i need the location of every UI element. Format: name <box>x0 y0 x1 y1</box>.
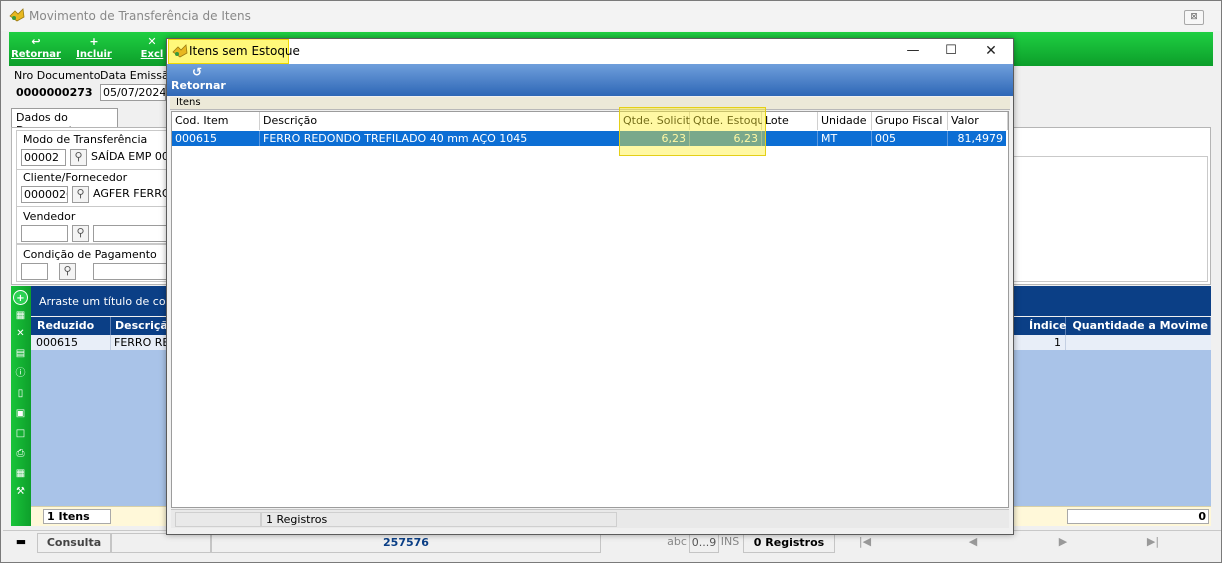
vendedor-group: Vendedor ⚲ <box>16 206 176 244</box>
modo-desc: SAÍDA EMP 002 <box>91 150 176 163</box>
list-icon[interactable]: ▤ <box>13 346 28 361</box>
tab-dados-documento[interactable]: Dados do Documento <box>11 108 118 137</box>
col-grupo-fiscal[interactable]: Grupo Fiscal <box>872 112 948 130</box>
nro-documento-value: 0000000273 <box>16 86 93 99</box>
cell-unidade: MT <box>818 131 872 146</box>
col-descricao[interactable]: Descrição <box>260 112 620 130</box>
maximize-icon[interactable]: ☐ <box>941 42 961 60</box>
modo-code-field[interactable]: 00002 <box>21 149 66 166</box>
col-valor[interactable]: Valor <box>948 112 1008 130</box>
retornar-button[interactable]: ↩ Retornar <box>11 32 61 66</box>
search-icon[interactable]: ⚲ <box>72 225 89 242</box>
plus-icon: + <box>89 35 99 48</box>
cliente-fornecedor-group: Cliente/Fornecedor 0000026 ⚲ AGFER FERRO <box>16 169 176 207</box>
col-quantidade[interactable]: Quantidade a Movime <box>1066 317 1211 335</box>
prev-record-icon[interactable]: ◀ <box>961 533 985 553</box>
first-record-icon[interactable]: |◀ <box>853 533 877 553</box>
close-icon[interactable]: ⊠ <box>1184 10 1204 25</box>
close-icon[interactable]: ✕ <box>981 42 1001 60</box>
incluir-button[interactable]: + Incluir <box>69 32 119 66</box>
itens-grid-header: Cod. Item Descrição Qtde. Solicitada Qtd… <box>172 112 1008 130</box>
cell-cod-item: 000615 <box>172 131 260 146</box>
cell-indice: 1 <box>1025 335 1066 350</box>
cell-descricao: FERRO RED <box>111 335 171 350</box>
cliente-code-field[interactable]: 0000026 <box>21 186 68 203</box>
cell-reduzido: 000615 <box>33 335 111 350</box>
note-icon[interactable]: □ <box>13 426 28 441</box>
col-reduzido[interactable]: Reduzido <box>33 317 111 335</box>
condicao-pagamento-label: Condição de Pagamento <box>23 248 157 261</box>
delete-icon: ✕ <box>147 35 157 48</box>
status-empty <box>175 512 261 527</box>
search-icon[interactable]: ⚲ <box>59 263 76 280</box>
nro-documento-label: Nro Documento <box>14 69 101 82</box>
minimize-icon[interactable]: — <box>903 42 923 60</box>
data-emissao-field[interactable]: 05/07/2024 <box>100 84 166 101</box>
condicao-code-field[interactable] <box>21 263 48 280</box>
quantity-total: 0 <box>1067 509 1209 524</box>
condicao-pagamento-group: Condição de Pagamento ⚲ <box>16 244 176 282</box>
col-indice[interactable]: Índice <box>1025 317 1067 335</box>
grid-icon[interactable]: ▦ <box>13 466 28 481</box>
add-icon[interactable]: + <box>13 290 28 305</box>
cell-descricao: FERRO REDONDO TREFILADO 40 mm AÇO 1045 <box>260 131 620 146</box>
retornar-button[interactable]: ↺ Retornar <box>171 65 226 94</box>
cell-grupo-fiscal: 005 <box>872 131 948 146</box>
status-registros: 1 Registros <box>261 512 617 527</box>
dialog-status-bar: 1 Registros <box>171 509 1009 528</box>
next-record-icon[interactable]: ▶ <box>1051 533 1075 553</box>
items-count: 1 Itens <box>43 509 111 524</box>
itens-grid[interactable]: Cod. Item Descrição Qtde. Solicitada Qtd… <box>171 111 1009 508</box>
main-titlebar: Movimento de Transferência de Itens ⊠ <box>1 1 1221 31</box>
quantity-columns-highlight <box>619 107 766 156</box>
col-unidade[interactable]: Unidade <box>818 112 872 130</box>
col-lote[interactable]: Lote <box>762 112 818 130</box>
remove-icon[interactable]: ✕ <box>13 326 28 341</box>
side-toolbar: + ▦ ✕ ▤ ⓘ ▯ ▣ □ ⎙ ▦ ⚒ <box>11 286 31 526</box>
last-record-icon[interactable]: ▶| <box>1141 533 1165 553</box>
cell-lote <box>762 131 818 146</box>
keyboard-icon: ▬ <box>15 535 27 548</box>
cliente-fornecedor-label: Cliente/Fornecedor <box>23 171 128 184</box>
search-icon[interactable]: ⚲ <box>72 186 89 203</box>
window-title: Movimento de Transferência de Itens <box>29 9 251 23</box>
app-icon <box>9 8 25 22</box>
table-row[interactable]: 000615 FERRO REDONDO TREFILADO 40 mm AÇO… <box>172 131 1006 146</box>
cliente-desc: AGFER FERRO <box>93 187 171 200</box>
app-icon <box>172 44 188 58</box>
status-abc: abc <box>667 535 687 548</box>
vendedor-label: Vendedor <box>23 210 76 223</box>
dialog-toolbar: ↺ Retornar <box>167 64 1013 96</box>
dialog-titlebar: Itens sem Estoque — ☐ ✕ <box>167 39 1013 64</box>
modo-transferencia-label: Modo de Transferência <box>23 133 148 146</box>
info-icon[interactable]: ⓘ <box>13 366 28 381</box>
search-icon[interactable]: ⚲ <box>70 149 87 166</box>
status-empty <box>111 533 211 553</box>
excluir-button[interactable]: ✕ Excl <box>135 32 169 66</box>
tools-icon[interactable]: ⚒ <box>13 484 28 499</box>
tab-itens[interactable]: Itens <box>176 97 201 109</box>
col-descricao[interactable]: Descrição <box>111 317 175 335</box>
document-icon[interactable]: ▯ <box>13 386 28 401</box>
return-icon: ↺ <box>191 65 203 79</box>
status-ins: INS <box>720 535 740 548</box>
book-icon[interactable]: ▣ <box>13 406 28 421</box>
return-icon: ↩ <box>31 35 41 48</box>
edit-icon[interactable]: ▦ <box>13 308 28 323</box>
col-cod-item[interactable]: Cod. Item <box>172 112 260 130</box>
vendedor-desc-field[interactable] <box>93 225 173 242</box>
status-registros: 0 Registros <box>743 533 835 553</box>
dialog-title: Itens sem Estoque <box>189 44 300 58</box>
modo-transferencia-group: Modo de Transferência 00002 ⚲ SAÍDA EMP … <box>16 130 176 170</box>
status-num: 0...9 <box>689 533 719 553</box>
condicao-desc-field[interactable] <box>93 263 173 280</box>
status-mode: Consulta <box>37 533 111 553</box>
dialog-tabstrip: Itens <box>170 97 1010 110</box>
vendedor-code-field[interactable] <box>21 225 68 242</box>
status-code: 257576 <box>211 533 601 553</box>
cell-valor: 81,4979 <box>957 132 1004 145</box>
itens-sem-estoque-dialog: Itens sem Estoque — ☐ ✕ ↺ Retornar Itens… <box>166 38 1014 535</box>
data-emissao-label: Data Emissão <box>100 69 176 82</box>
print-icon[interactable]: ⎙ <box>13 446 28 461</box>
